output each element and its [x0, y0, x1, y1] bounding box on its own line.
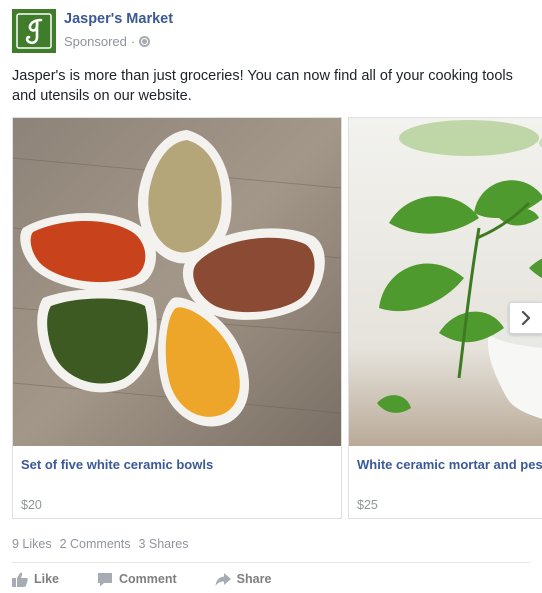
share-button[interactable]: Share	[215, 572, 272, 587]
carousel-next-button[interactable]	[509, 302, 542, 334]
chevron-right-icon	[521, 311, 531, 325]
share-arrow-icon	[215, 572, 231, 586]
card-price: $20	[21, 498, 42, 512]
likes-count[interactable]: 9 Likes	[12, 537, 52, 551]
mint-mortar-image[interactable]	[349, 118, 542, 446]
thumbs-up-icon	[12, 572, 28, 587]
comment-bubble-icon	[98, 572, 113, 586]
comment-label: Comment	[119, 572, 177, 586]
comments-count[interactable]: 2 Comments	[60, 537, 131, 551]
page-name-link[interactable]: Jasper's Market	[64, 11, 173, 27]
shares-count[interactable]: 3 Shares	[138, 537, 188, 551]
product-carousel: Set of five white ceramic bowls $20 Whit…	[12, 117, 542, 519]
page-logo[interactable]	[12, 9, 56, 53]
engagement-stats: 9 Likes 2 Comments 3 Shares	[12, 537, 189, 551]
card-title[interactable]: Set of five white ceramic bowls	[21, 457, 213, 472]
post-actions: Like Comment Share	[12, 570, 271, 588]
carousel-card[interactable]: Set of five white ceramic bowls $20	[12, 117, 342, 519]
globe-icon	[139, 36, 151, 47]
jaspers-logo-icon	[16, 13, 52, 49]
post-header: Jasper's Market Sponsored ·	[12, 9, 532, 55]
divider	[12, 562, 530, 563]
card-title[interactable]: White ceramic mortar and pestle	[357, 457, 542, 472]
card-price: $25	[357, 498, 378, 512]
separator-dot: ·	[130, 34, 136, 49]
sponsored-label[interactable]: Sponsored	[64, 34, 127, 49]
like-button[interactable]: Like	[12, 572, 59, 587]
share-label: Share	[236, 572, 272, 586]
comment-button[interactable]: Comment	[97, 572, 177, 587]
spice-bowls-image[interactable]	[13, 118, 341, 446]
sponsored-row: Sponsored ·	[64, 34, 151, 49]
post-message: Jasper's is more than just groceries! Yo…	[12, 68, 513, 104]
like-label: Like	[34, 572, 60, 586]
